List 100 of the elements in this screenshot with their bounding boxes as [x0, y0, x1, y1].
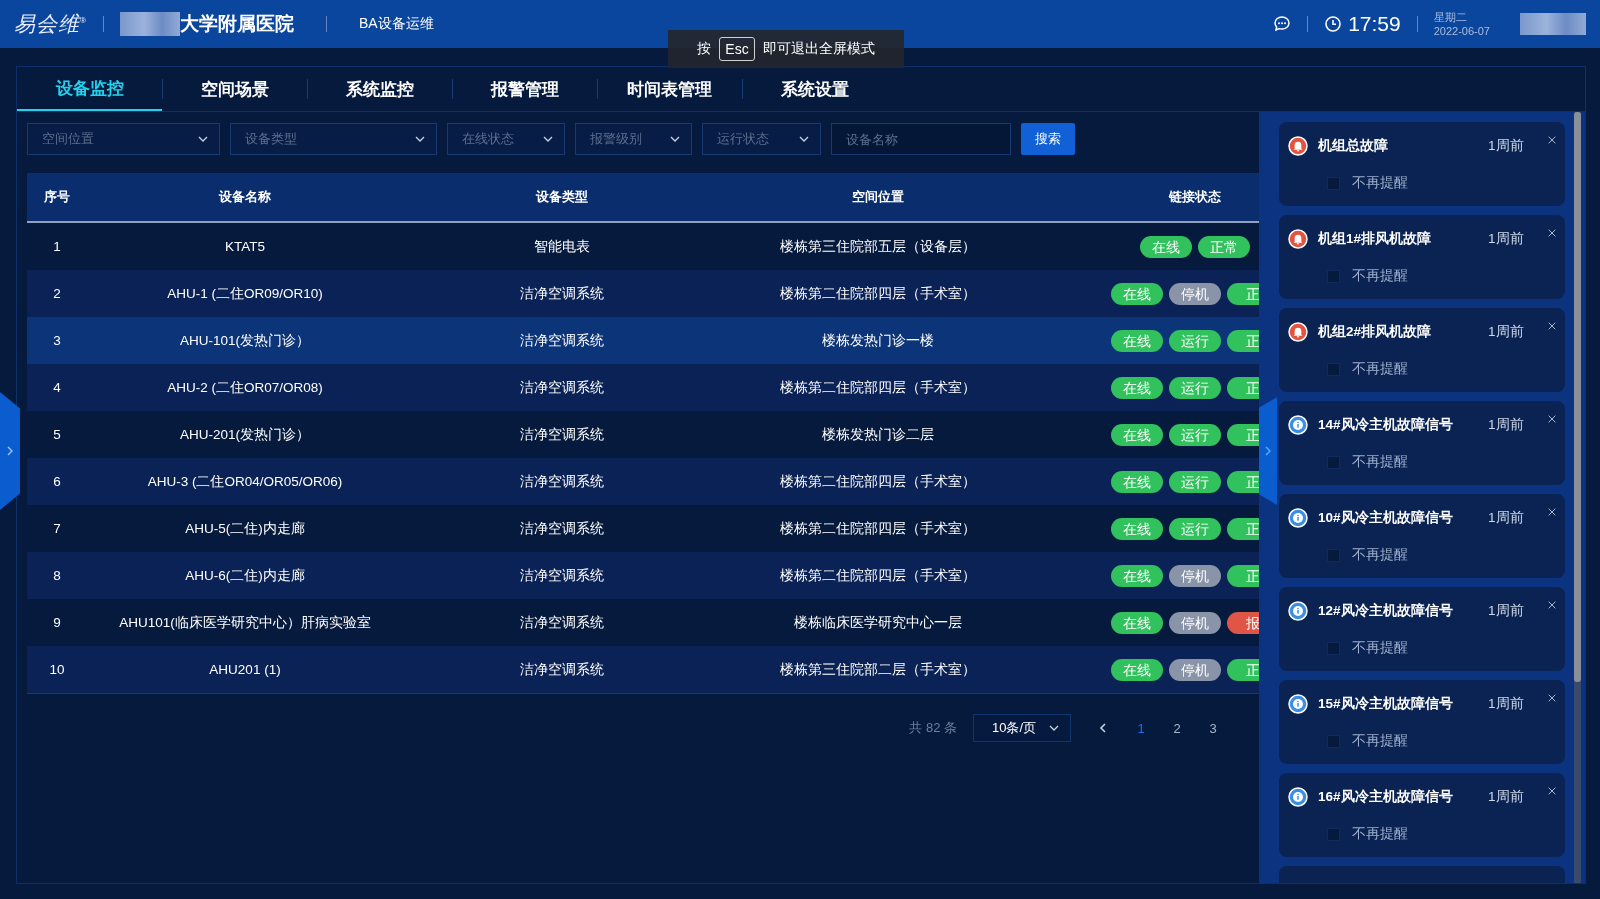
table-cell-text: KTAT5 [224, 239, 266, 254]
tab[interactable]: 时间表管理 [597, 67, 742, 111]
status-tag: 在线 [1111, 282, 1163, 305]
notification-title: 机组1#排风机故障 [1318, 230, 1433, 248]
checkbox[interactable] [1327, 641, 1340, 655]
table-cell-text: AHU-201(发热门诊） [179, 425, 311, 444]
table-cell-text: 4 [52, 380, 62, 395]
checkbox-label[interactable]: 不再提醒 [1352, 453, 1408, 471]
table-cell-text: 楼栋发热门诊二层 [821, 425, 935, 444]
notification-time: 1周前 [1488, 323, 1524, 341]
checkbox-label[interactable]: 不再提醒 [1352, 174, 1408, 192]
close-icon[interactable] [1547, 321, 1557, 331]
checkbox[interactable] [1327, 827, 1340, 841]
close-icon[interactable] [1547, 228, 1557, 238]
table-row[interactable]: 2 AHU-1 (二住OR09/OR10) 洁净空调系统 楼栋第二住院部四层（手术室） 在线 停机 正 [27, 270, 1259, 317]
table-cell-text: 8 [52, 568, 62, 583]
tab[interactable]: 系统监控 [307, 67, 452, 111]
status-tag: 报 [1227, 611, 1259, 634]
checkbox[interactable] [1327, 734, 1340, 748]
table-cell-text: 楼栋第二住院部四层（手术室） [779, 566, 977, 585]
notification-time: 1周前 [1488, 788, 1524, 806]
checkbox-label[interactable]: 不再提醒 [1352, 360, 1408, 378]
logo: 易会维$^{®}$ [14, 11, 87, 37]
table-cell-text: 楼栋第三住院部二层（手术室） [779, 660, 977, 679]
notification-title: 机组总故障 [1318, 137, 1389, 155]
tab[interactable]: 空间场景 [162, 67, 307, 111]
table-cell-text: 洁净空调系统 [519, 566, 605, 585]
table-cell-text: 楼栋第三住院部五层（设备层） [779, 237, 977, 256]
table-cell-text: 楼栋第二住院部四层（手术室） [779, 519, 977, 538]
table-row[interactable]: 4 AHU-2 (二住OR07/OR08) 洁净空调系统 楼栋第二住院部四层（手术室） 在线 运行 正 [27, 364, 1259, 411]
checkbox-label[interactable]: 不再提醒 [1352, 546, 1408, 564]
hospital-name: 大学附属医院 [179, 12, 294, 36]
table-cell-text: 洁净空调系统 [519, 472, 605, 491]
clock-time: 17:59 [1348, 12, 1401, 36]
status-tag: 运行 [1169, 517, 1221, 540]
notification-time: 1周前 [1488, 137, 1524, 155]
table-cell-text: 楼栋发热门诊一楼 [821, 331, 935, 350]
table-cell-text: 7 [52, 521, 62, 536]
checkbox-label[interactable]: 不再提醒 [1352, 732, 1408, 750]
scrollbar[interactable] [1574, 112, 1581, 883]
close-icon[interactable] [1547, 600, 1557, 610]
table-cell-text: 洁净空调系统 [519, 331, 605, 350]
table-cell-text: 楼栋第二住院部四层（手术室） [779, 472, 977, 491]
checkbox[interactable] [1327, 362, 1340, 376]
close-icon[interactable] [1547, 507, 1557, 517]
table-cell-text: 10 [48, 662, 66, 677]
search-button[interactable]: 搜索 [1021, 123, 1075, 155]
page-number[interactable]: 3 [1195, 720, 1231, 736]
table-row[interactable]: 10 AHU201 (1) 洁净空调系统 楼栋第三住院部二层（手术室） 在线 停机 正 [27, 646, 1259, 693]
tab[interactable]: 系统设置 [742, 67, 887, 111]
status-tag: 停机 [1169, 658, 1221, 681]
status-tag: 正 [1227, 658, 1259, 681]
notification-time: 1周前 [1488, 230, 1524, 248]
table-cell-text: 洁净空调系统 [519, 284, 605, 303]
status-tag: 运行 [1169, 329, 1221, 352]
table-cell-text: 洁净空调系统 [519, 425, 605, 444]
notification-title: 14#风冷主机故障信号 [1318, 416, 1454, 434]
notification-title: 15#风冷主机故障信号 [1318, 695, 1454, 713]
checkbox-label[interactable]: 不再提醒 [1352, 639, 1408, 657]
tab[interactable]: 报警管理 [452, 67, 597, 111]
table-row[interactable]: 6 AHU-3 (二住OR04/OR05/OR06) 洁净空调系统 楼栋第二住院部四层（手术室） 在线 运行 正 [27, 458, 1259, 505]
total-count: 共 82 条 [909, 719, 957, 737]
status-tag: 在线 [1111, 376, 1163, 399]
notification-title: 12#风冷主机故障信号 [1318, 602, 1454, 620]
chat-icon[interactable] [1273, 15, 1292, 33]
page-number[interactable]: 2 [1159, 720, 1195, 736]
table-cell-text: AHU-101(发热门诊） [179, 331, 311, 350]
status-tag: 在线 [1111, 658, 1163, 681]
tab[interactable]: 设备监控 [17, 67, 162, 111]
table-cell-text: 9 [52, 615, 62, 630]
table-cell-text: 5 [52, 427, 62, 442]
checkbox[interactable] [1327, 269, 1340, 283]
close-icon[interactable] [1547, 135, 1557, 145]
weekday: 星期二 [1433, 10, 1468, 24]
close-icon[interactable] [1547, 693, 1557, 703]
close-icon[interactable] [1547, 786, 1557, 796]
redacted-block [1520, 13, 1586, 35]
status-tag: 在线 [1111, 611, 1163, 634]
table-cell-text: AHU201 (1) [208, 662, 282, 677]
checkbox-label[interactable]: 不再提醒 [1352, 267, 1408, 285]
status-tag: 正 [1227, 564, 1259, 587]
checkbox[interactable] [1327, 455, 1340, 469]
checkbox-label[interactable]: 不再提醒 [1352, 825, 1408, 843]
table-row[interactable]: 8 AHU-6(二住)内走廊 洁净空调系统 楼栋第二住院部四层（手术室） 在线 停机 正 [27, 552, 1259, 599]
table-cell-text: 楼栋临床医学研究中心一层 [793, 613, 963, 632]
table-cell-text: AHU-3 (二住OR04/OR05/OR06) [146, 472, 344, 491]
checkbox[interactable] [1327, 548, 1340, 562]
input-field[interactable]: 设备名称 [831, 123, 1011, 155]
notification-time: 1周前 [1488, 695, 1524, 713]
page-size-select[interactable]: 10条/页 [973, 714, 1071, 742]
status-tag: 停机 [1169, 282, 1221, 305]
status-tag: 停机 [1169, 564, 1221, 587]
checkbox[interactable] [1327, 176, 1340, 190]
close-icon[interactable] [1547, 414, 1557, 424]
table-cell-text: AHU101(临床医学研究中心）肝病实验室 [118, 613, 372, 632]
table-row[interactable]: 3 AHU-101(发热门诊） 洁净空调系统 楼栋发热门诊一楼 在线 运行 正 [27, 317, 1259, 364]
toast-text: 按 [697, 40, 712, 58]
app-title: BA设备运维 [358, 15, 434, 33]
status-tag: 正 [1227, 282, 1259, 305]
page-number[interactable]: 1 [1123, 720, 1159, 736]
